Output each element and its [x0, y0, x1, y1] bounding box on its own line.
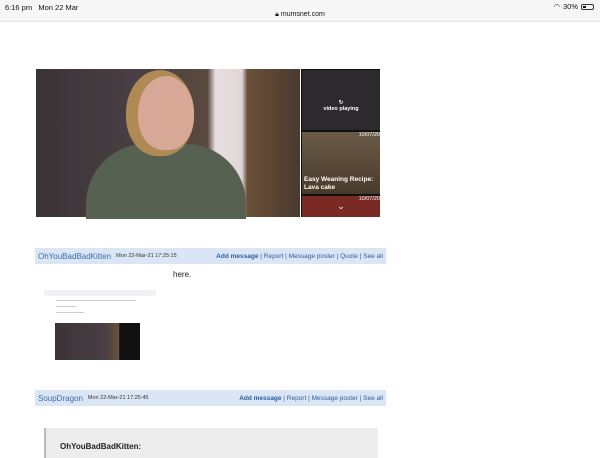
post-body: here. [173, 270, 192, 279]
wifi-icon: ◠ [553, 2, 560, 11]
post-author[interactable]: SoupDragon [38, 394, 83, 403]
battery-percent: 30% [562, 2, 578, 11]
post-actions[interactable]: Add message | Report | Message poster | … [216, 253, 383, 260]
address-bar[interactable]: 🔒︎ mumsnet.com [0, 11, 600, 19]
post-author[interactable]: OhYouBadBadKitten [38, 252, 111, 261]
playlist-item-current[interactable]: ↻ video playing [302, 70, 380, 130]
lock-icon: 🔒︎ [275, 11, 279, 18]
post-header: SoupDragon Mon 22-Mar-21 17:25:45 Add me… [35, 390, 386, 406]
video-playlist: ↻ video playing 10/07/20 Easy Weaning Reci… [301, 69, 380, 217]
post-header: OhYouBadBadKitten Mon 22-Mar-21 17:25:15… [35, 248, 386, 264]
battery-icon [581, 3, 594, 10]
quote-block: OhYouBadBadKitten: [44, 428, 378, 458]
playlist-item[interactable]: 10/07/20 Easy Weaning Recipe: Lava cake [302, 132, 380, 194]
post-timestamp: Mon 22-Mar-21 17:25:15 [116, 253, 177, 259]
attached-screenshot[interactable] [44, 290, 156, 362]
post-timestamp: Mon 22-Mar-21 17:25:45 [87, 395, 149, 401]
video-player[interactable] [36, 69, 300, 219]
playlist-item[interactable]: 10/07/20 ⌄ [302, 196, 380, 217]
post-actions[interactable]: Add message | Report | Message poster | … [239, 395, 383, 402]
chevron-down-icon[interactable]: ⌄ [302, 201, 380, 212]
video-frame-person [86, 74, 246, 219]
ios-status-bar: 6:16 pm Mon 22 Mar 🔒︎ mumsnet.com ◠ 30% [0, 0, 600, 22]
